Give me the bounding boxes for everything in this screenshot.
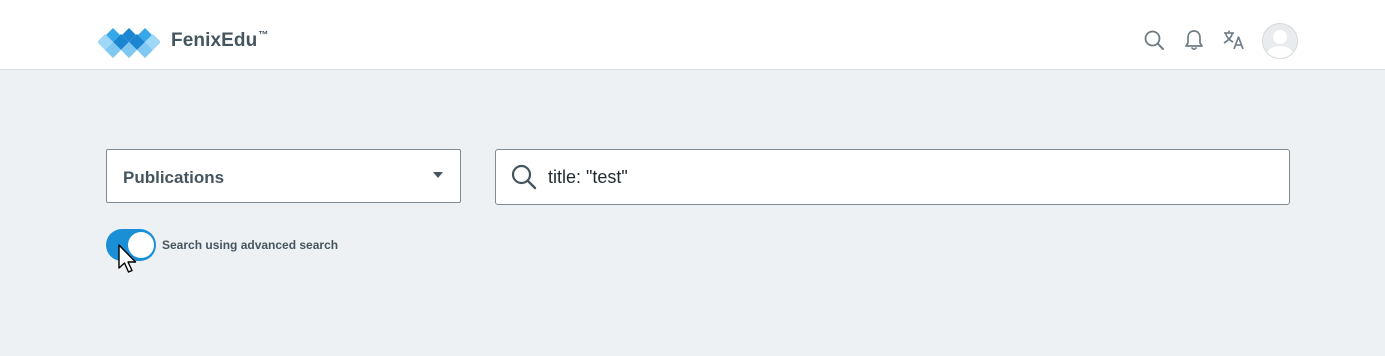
caret-down-icon [433,172,443,178]
brand[interactable]: FenixEdu™ [98,22,268,60]
mouse-pointer-icon [118,244,137,273]
trademark-sign: ™ [258,29,269,41]
search-box[interactable] [495,149,1290,205]
bell-icon[interactable] [1183,29,1205,51]
user-avatar[interactable] [1262,23,1298,59]
user-silhouette-icon [1266,30,1294,58]
translate-icon[interactable] [1222,29,1246,51]
category-select[interactable]: Publications [106,149,461,203]
search-icon [511,164,537,190]
top-navigation-bar: FenixEdu™ [0,0,1385,70]
brand-name: FenixEdu™ [171,29,269,51]
category-select-value: Publications [123,168,225,187]
search-icon[interactable] [1143,29,1165,51]
fenixedu-logo-icon [98,28,160,58]
search-query-input[interactable] [548,162,1268,192]
advanced-search-label: Search using advanced search [162,238,339,252]
